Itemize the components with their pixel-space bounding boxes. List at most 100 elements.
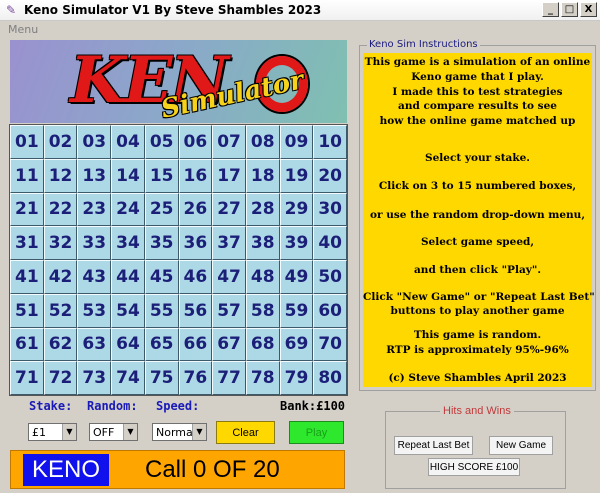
- number-cell[interactable]: 38: [245, 226, 280, 260]
- number-cell[interactable]: 51: [10, 293, 44, 328]
- number-cell[interactable]: 21: [10, 192, 44, 227]
- number-cell[interactable]: 19: [279, 158, 314, 193]
- number-cell[interactable]: 41: [10, 260, 44, 294]
- number-cell[interactable]: 70: [313, 327, 347, 362]
- number-cell[interactable]: 13: [77, 158, 112, 193]
- number-cell[interactable]: 43: [77, 260, 112, 294]
- minimize-button[interactable]: _: [542, 2, 559, 17]
- number-cell[interactable]: 48: [245, 260, 280, 294]
- number-cell[interactable]: 17: [212, 158, 246, 193]
- number-cell[interactable]: 23: [77, 192, 112, 227]
- number-cell[interactable]: 20: [313, 158, 347, 193]
- number-cell[interactable]: 60: [313, 293, 347, 328]
- window-title: Keno Simulator V1 By Steve Shambles 2023: [24, 3, 322, 17]
- number-cell[interactable]: 37: [212, 226, 246, 260]
- number-cell[interactable]: 63: [77, 327, 112, 362]
- number-cell[interactable]: 06: [178, 125, 213, 159]
- number-cell[interactable]: 08: [245, 125, 280, 159]
- number-cell[interactable]: 59: [279, 293, 314, 328]
- number-cell[interactable]: 46: [178, 260, 213, 294]
- number-cell[interactable]: 11: [10, 158, 44, 193]
- number-cell[interactable]: 50: [313, 260, 347, 294]
- number-cell[interactable]: 29: [279, 192, 314, 227]
- number-cell[interactable]: 09: [279, 125, 314, 159]
- number-cell[interactable]: 79: [279, 361, 314, 395]
- number-cell[interactable]: 12: [43, 158, 78, 193]
- clear-button[interactable]: Clear: [216, 421, 275, 444]
- number-cell[interactable]: 44: [111, 260, 145, 294]
- number-cell[interactable]: 74: [111, 361, 145, 395]
- number-cell[interactable]: 10: [313, 125, 347, 159]
- number-cell[interactable]: 80: [313, 361, 347, 395]
- number-cell[interactable]: 61: [10, 327, 44, 362]
- number-cell[interactable]: 76: [178, 361, 213, 395]
- number-cell[interactable]: 57: [212, 293, 246, 328]
- number-cell[interactable]: 77: [212, 361, 246, 395]
- number-cell[interactable]: 66: [178, 327, 213, 362]
- number-cell[interactable]: 40: [313, 226, 347, 260]
- number-cell[interactable]: 75: [144, 361, 179, 395]
- maximize-button[interactable]: □: [561, 2, 578, 17]
- instructions-panel: This game is a simulation of an online Ke…: [363, 53, 595, 387]
- number-cell[interactable]: 36: [178, 226, 213, 260]
- repeat-last-bet-button[interactable]: Repeat Last Bet: [394, 436, 473, 455]
- number-cell[interactable]: 27: [212, 192, 246, 227]
- number-cell[interactable]: 34: [111, 226, 145, 260]
- number-cell[interactable]: 02: [43, 125, 78, 159]
- number-cell[interactable]: 52: [43, 293, 78, 328]
- number-cell[interactable]: 16: [178, 158, 213, 193]
- number-cell[interactable]: 35: [144, 226, 179, 260]
- number-cell[interactable]: 33: [77, 226, 112, 260]
- number-cell[interactable]: 58: [245, 293, 280, 328]
- number-cell[interactable]: 25: [144, 192, 179, 227]
- instruction-line: Click "New Game" or "Repeat Last Bet": [363, 291, 595, 303]
- number-cell[interactable]: 14: [111, 158, 145, 193]
- number-cell[interactable]: 72: [43, 361, 78, 395]
- new-game-button[interactable]: New Game: [489, 436, 553, 455]
- number-cell[interactable]: 68: [245, 327, 280, 362]
- random-select[interactable]: OFF ▼: [89, 423, 138, 441]
- title-bar: ✎ Keno Simulator V1 By Steve Shambles 20…: [0, 0, 600, 21]
- number-cell[interactable]: 24: [111, 192, 145, 227]
- number-cell[interactable]: 04: [111, 125, 145, 159]
- number-cell[interactable]: 73: [77, 361, 112, 395]
- play-button[interactable]: Play: [289, 421, 344, 444]
- number-cell[interactable]: 31: [10, 226, 44, 260]
- number-cell[interactable]: 71: [10, 361, 44, 395]
- number-cell[interactable]: 69: [279, 327, 314, 362]
- number-cell[interactable]: 07: [212, 125, 246, 159]
- instruction-line: Click on 3 to 15 numbered boxes,: [378, 180, 577, 192]
- number-cell[interactable]: 55: [144, 293, 179, 328]
- number-cell[interactable]: 67: [212, 327, 246, 362]
- number-cell[interactable]: 15: [144, 158, 179, 193]
- number-cell[interactable]: 54: [111, 293, 145, 328]
- number-cell[interactable]: 47: [212, 260, 246, 294]
- close-button[interactable]: X: [580, 2, 597, 17]
- number-cell[interactable]: 56: [178, 293, 213, 328]
- speed-select[interactable]: Normal ▼: [152, 423, 207, 441]
- random-value: OFF: [93, 426, 115, 439]
- instruction-line: buttons to play another game: [390, 305, 565, 317]
- number-cell[interactable]: 28: [245, 192, 280, 227]
- number-cell[interactable]: 45: [144, 260, 179, 294]
- number-cell[interactable]: 49: [279, 260, 314, 294]
- number-cell[interactable]: 30: [313, 192, 347, 227]
- instruction-line: This game is random.: [413, 329, 542, 341]
- number-cell[interactable]: 03: [77, 125, 112, 159]
- menu-item[interactable]: Menu: [8, 23, 38, 36]
- number-cell[interactable]: 64: [111, 327, 145, 362]
- number-cell[interactable]: 05: [144, 125, 179, 159]
- number-cell[interactable]: 39: [279, 226, 314, 260]
- stake-select[interactable]: £1 ▼: [28, 423, 77, 441]
- number-cell[interactable]: 42: [43, 260, 78, 294]
- number-cell[interactable]: 18: [245, 158, 280, 193]
- number-cell[interactable]: 26: [178, 192, 213, 227]
- number-cell[interactable]: 62: [43, 327, 78, 362]
- number-cell[interactable]: 32: [43, 226, 78, 260]
- number-cell[interactable]: 78: [245, 361, 280, 395]
- number-cell[interactable]: 01: [10, 125, 44, 159]
- hits-wins-title: Hits and Wins: [440, 405, 514, 417]
- number-cell[interactable]: 65: [144, 327, 179, 362]
- number-cell[interactable]: 22: [43, 192, 78, 227]
- number-cell[interactable]: 53: [77, 293, 112, 328]
